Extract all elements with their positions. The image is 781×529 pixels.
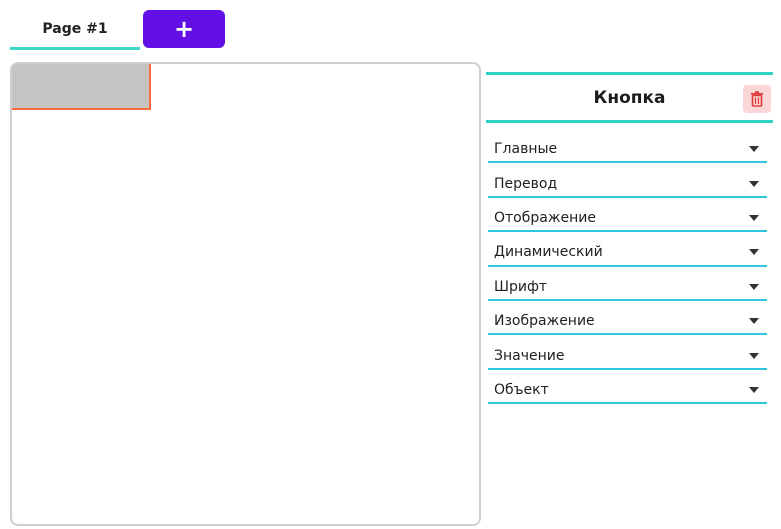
trash-icon bbox=[751, 91, 763, 107]
section-label: Объект bbox=[494, 381, 549, 398]
selected-button-element[interactable] bbox=[12, 64, 151, 110]
section-label: Главные bbox=[494, 141, 558, 158]
add-page-button[interactable]: + bbox=[143, 10, 225, 48]
section-label: Изображение bbox=[494, 313, 595, 330]
chevron-down-icon bbox=[749, 352, 759, 359]
section-label: Отображение bbox=[494, 209, 596, 226]
section-label: Значение bbox=[494, 347, 565, 364]
chevron-down-icon bbox=[749, 386, 759, 393]
chevron-down-icon bbox=[749, 214, 759, 221]
section-font[interactable]: Шрифт bbox=[488, 267, 767, 301]
editor-root: Page #1 + Кнопка Главные Перевод Отображ… bbox=[0, 0, 781, 529]
property-sections: Главные Перевод Отображение Динамический… bbox=[486, 129, 773, 405]
chevron-down-icon bbox=[749, 180, 759, 187]
chevron-down-icon bbox=[749, 283, 759, 290]
panel-header: Кнопка bbox=[486, 72, 773, 123]
design-canvas[interactable] bbox=[10, 62, 481, 526]
tab-page-1[interactable]: Page #1 bbox=[10, 10, 140, 50]
properties-panel: Кнопка Главные Перевод Отображение Динам… bbox=[486, 72, 773, 412]
chevron-down-icon bbox=[749, 146, 759, 153]
section-label: Перевод bbox=[494, 175, 558, 192]
section-dynamic[interactable]: Динамический bbox=[488, 232, 767, 267]
section-object[interactable]: Объект bbox=[488, 370, 767, 405]
chevron-down-icon bbox=[749, 318, 759, 325]
chevron-down-icon bbox=[749, 249, 759, 256]
section-label: Шрифт bbox=[494, 278, 548, 295]
panel-title: Кнопка bbox=[593, 87, 666, 108]
section-main[interactable]: Главные bbox=[488, 129, 767, 164]
section-display[interactable]: Отображение bbox=[488, 198, 767, 233]
section-value[interactable]: Значение bbox=[488, 335, 767, 370]
section-image[interactable]: Изображение bbox=[488, 301, 767, 336]
section-translation[interactable]: Перевод bbox=[488, 163, 767, 198]
section-label: Динамический bbox=[494, 244, 603, 261]
delete-button[interactable] bbox=[743, 85, 771, 113]
